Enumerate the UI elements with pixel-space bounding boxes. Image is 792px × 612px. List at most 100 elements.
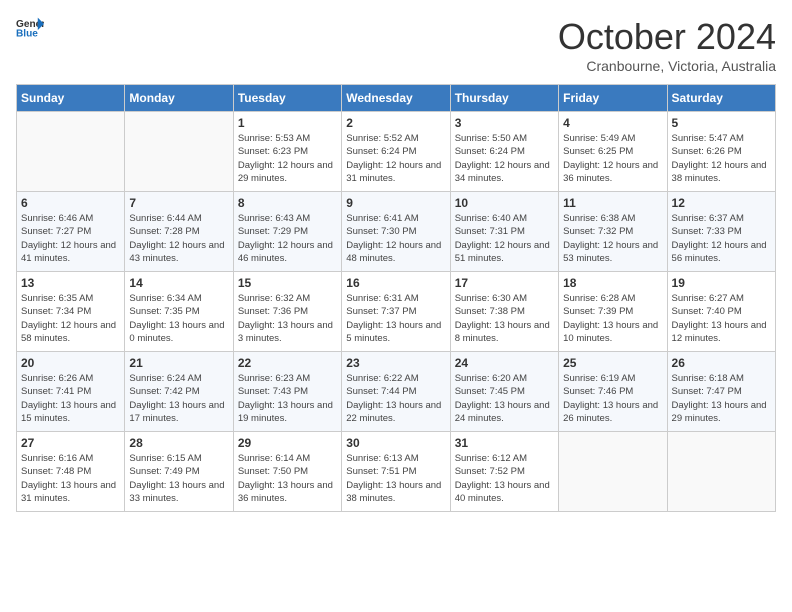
day-number: 25 — [563, 356, 662, 370]
day-info: Sunrise: 6:31 AMSunset: 7:37 PMDaylight:… — [346, 292, 445, 345]
day-info: Sunrise: 5:50 AMSunset: 6:24 PMDaylight:… — [455, 132, 554, 185]
day-number: 8 — [238, 196, 337, 210]
day-number: 16 — [346, 276, 445, 290]
calendar-cell: 9Sunrise: 6:41 AMSunset: 7:30 PMDaylight… — [342, 192, 450, 272]
day-info: Sunrise: 6:15 AMSunset: 7:49 PMDaylight:… — [129, 452, 228, 505]
day-info: Sunrise: 6:37 AMSunset: 7:33 PMDaylight:… — [672, 212, 771, 265]
calendar-cell: 29Sunrise: 6:14 AMSunset: 7:50 PMDayligh… — [233, 432, 341, 512]
weekday-header: Tuesday — [233, 85, 341, 112]
weekday-header: Sunday — [17, 85, 125, 112]
weekday-header: Wednesday — [342, 85, 450, 112]
day-info: Sunrise: 6:43 AMSunset: 7:29 PMDaylight:… — [238, 212, 337, 265]
calendar-table: SundayMondayTuesdayWednesdayThursdayFrid… — [16, 84, 776, 512]
calendar-cell: 1 Sunrise: 5:53 AMSunset: 6:23 PMDaylight… — [233, 112, 341, 192]
day-info: Sunrise: 6:18 AMSunset: 7:47 PMDaylight:… — [672, 372, 771, 425]
calendar-cell: 25 Sunrise: 6:19 AMSunset: 7:46 PMDayligh… — [559, 352, 667, 432]
day-number: 27 — [21, 436, 120, 450]
calendar-cell — [125, 112, 233, 192]
calendar-cell: 7 Sunrise: 6:44 AMSunset: 7:28 PMDaylight… — [125, 192, 233, 272]
day-number: 15 — [238, 276, 337, 290]
day-number: 2 — [346, 116, 445, 130]
weekday-header: Saturday — [667, 85, 775, 112]
logo-icon: General Blue — [16, 16, 44, 38]
day-info: Sunrise: 6:40 AMSunset: 7:31 PMDaylight:… — [455, 212, 554, 265]
day-info: Sunrise: 6:16 AMSunset: 7:48 PMDaylight:… — [21, 452, 120, 505]
day-info: Sunrise: 6:23 AMSunset: 7:43 PMDaylight:… — [238, 372, 337, 425]
day-info: Sunrise: 6:41 AMSunset: 7:30 PMDaylight:… — [346, 212, 445, 265]
day-info: Sunrise: 6:26 AMSunset: 7:41 PMDaylight:… — [21, 372, 120, 425]
calendar-cell: 2 Sunrise: 5:52 AMSunset: 6:24 PMDaylight… — [342, 112, 450, 192]
calendar-cell — [667, 432, 775, 512]
calendar-cell: 4Sunrise: 5:49 AMSunset: 6:25 PMDaylight… — [559, 112, 667, 192]
day-info: Sunrise: 6:20 AMSunset: 7:45 PMDaylight:… — [455, 372, 554, 425]
day-info: Sunrise: 6:12 AMSunset: 7:52 PMDaylight:… — [455, 452, 554, 505]
day-number: 14 — [129, 276, 228, 290]
calendar-cell: 23 Sunrise: 6:22 AMSunset: 7:44 PMDayligh… — [342, 352, 450, 432]
calendar-cell: 10 Sunrise: 6:40 AMSunset: 7:31 PMDayligh… — [450, 192, 558, 272]
day-number: 21 — [129, 356, 228, 370]
day-number: 6 — [21, 196, 120, 210]
day-number: 30 — [346, 436, 445, 450]
page-header: General Blue October 2024 Cranbourne, Vi… — [16, 16, 776, 74]
day-info: Sunrise: 6:22 AMSunset: 7:44 PMDaylight:… — [346, 372, 445, 425]
day-number: 5 — [672, 116, 771, 130]
calendar-cell: 24 Sunrise: 6:20 AMSunset: 7:45 PMDayligh… — [450, 352, 558, 432]
day-info: Sunrise: 5:52 AMSunset: 6:24 PMDaylight:… — [346, 132, 445, 185]
title-block: October 2024 Cranbourne, Victoria, Austr… — [558, 16, 776, 74]
calendar-cell: 19 Sunrise: 6:27 AMSunset: 7:40 PMDayligh… — [667, 272, 775, 352]
day-info: Sunrise: 5:53 AMSunset: 6:23 PMDaylight:… — [238, 132, 337, 185]
day-info: Sunrise: 6:14 AMSunset: 7:50 PMDaylight:… — [238, 452, 337, 505]
calendar-cell: 28Sunrise: 6:15 AMSunset: 7:49 PMDayligh… — [125, 432, 233, 512]
calendar-cell: 20Sunrise: 6:26 AMSunset: 7:41 PMDayligh… — [17, 352, 125, 432]
day-number: 26 — [672, 356, 771, 370]
day-number: 1 — [238, 116, 337, 130]
weekday-header: Thursday — [450, 85, 558, 112]
calendar-cell — [559, 432, 667, 512]
day-number: 31 — [455, 436, 554, 450]
day-info: Sunrise: 6:19 AMSunset: 7:46 PMDaylight:… — [563, 372, 662, 425]
calendar-cell: 31 Sunrise: 6:12 AMSunset: 7:52 PMDayligh… — [450, 432, 558, 512]
calendar-week-row: 13Sunrise: 6:35 AMSunset: 7:34 PMDayligh… — [17, 272, 776, 352]
calendar-cell: 3 Sunrise: 5:50 AMSunset: 6:24 PMDaylight… — [450, 112, 558, 192]
day-info: Sunrise: 6:30 AMSunset: 7:38 PMDaylight:… — [455, 292, 554, 345]
calendar-week-row: 20Sunrise: 6:26 AMSunset: 7:41 PMDayligh… — [17, 352, 776, 432]
calendar-cell: 22 Sunrise: 6:23 AMSunset: 7:43 PMDayligh… — [233, 352, 341, 432]
calendar-cell: 16 Sunrise: 6:31 AMSunset: 7:37 PMDayligh… — [342, 272, 450, 352]
day-info: Sunrise: 6:38 AMSunset: 7:32 PMDaylight:… — [563, 212, 662, 265]
calendar-cell: 5 Sunrise: 5:47 AMSunset: 6:26 PMDaylight… — [667, 112, 775, 192]
day-info: Sunrise: 6:34 AMSunset: 7:35 PMDaylight:… — [129, 292, 228, 345]
day-info: Sunrise: 5:49 AMSunset: 6:25 PMDaylight:… — [563, 132, 662, 185]
weekday-header: Friday — [559, 85, 667, 112]
day-number: 23 — [346, 356, 445, 370]
calendar-cell: 17Sunrise: 6:30 AMSunset: 7:38 PMDayligh… — [450, 272, 558, 352]
day-number: 18 — [563, 276, 662, 290]
calendar-cell: 15 Sunrise: 6:32 AMSunset: 7:36 PMDayligh… — [233, 272, 341, 352]
calendar-cell: 18 Sunrise: 6:28 AMSunset: 7:39 PMDayligh… — [559, 272, 667, 352]
day-number: 19 — [672, 276, 771, 290]
calendar-cell: 8 Sunrise: 6:43 AMSunset: 7:29 PMDaylight… — [233, 192, 341, 272]
calendar-cell: 13Sunrise: 6:35 AMSunset: 7:34 PMDayligh… — [17, 272, 125, 352]
day-number: 24 — [455, 356, 554, 370]
calendar-cell: 6Sunrise: 6:46 AMSunset: 7:27 PMDaylight… — [17, 192, 125, 272]
day-info: Sunrise: 5:47 AMSunset: 6:26 PMDaylight:… — [672, 132, 771, 185]
day-number: 3 — [455, 116, 554, 130]
day-info: Sunrise: 6:44 AMSunset: 7:28 PMDaylight:… — [129, 212, 228, 265]
calendar-cell: 30 Sunrise: 6:13 AMSunset: 7:51 PMDayligh… — [342, 432, 450, 512]
day-number: 10 — [455, 196, 554, 210]
logo: General Blue — [16, 16, 44, 38]
calendar-week-row: 6Sunrise: 6:46 AMSunset: 7:27 PMDaylight… — [17, 192, 776, 272]
day-number: 11 — [563, 196, 662, 210]
calendar-cell: 11 Sunrise: 6:38 AMSunset: 7:32 PMDayligh… — [559, 192, 667, 272]
calendar-cell: 26 Sunrise: 6:18 AMSunset: 7:47 PMDayligh… — [667, 352, 775, 432]
day-info: Sunrise: 6:27 AMSunset: 7:40 PMDaylight:… — [672, 292, 771, 345]
day-number: 22 — [238, 356, 337, 370]
day-info: Sunrise: 6:13 AMSunset: 7:51 PMDaylight:… — [346, 452, 445, 505]
day-number: 7 — [129, 196, 228, 210]
calendar-week-row: 1 Sunrise: 5:53 AMSunset: 6:23 PMDaylight… — [17, 112, 776, 192]
day-info: Sunrise: 6:32 AMSunset: 7:36 PMDaylight:… — [238, 292, 337, 345]
day-info: Sunrise: 6:24 AMSunset: 7:42 PMDaylight:… — [129, 372, 228, 425]
month-title: October 2024 — [558, 16, 776, 58]
weekday-header-row: SundayMondayTuesdayWednesdayThursdayFrid… — [17, 85, 776, 112]
calendar-cell: 12Sunrise: 6:37 AMSunset: 7:33 PMDayligh… — [667, 192, 775, 272]
day-info: Sunrise: 6:28 AMSunset: 7:39 PMDaylight:… — [563, 292, 662, 345]
